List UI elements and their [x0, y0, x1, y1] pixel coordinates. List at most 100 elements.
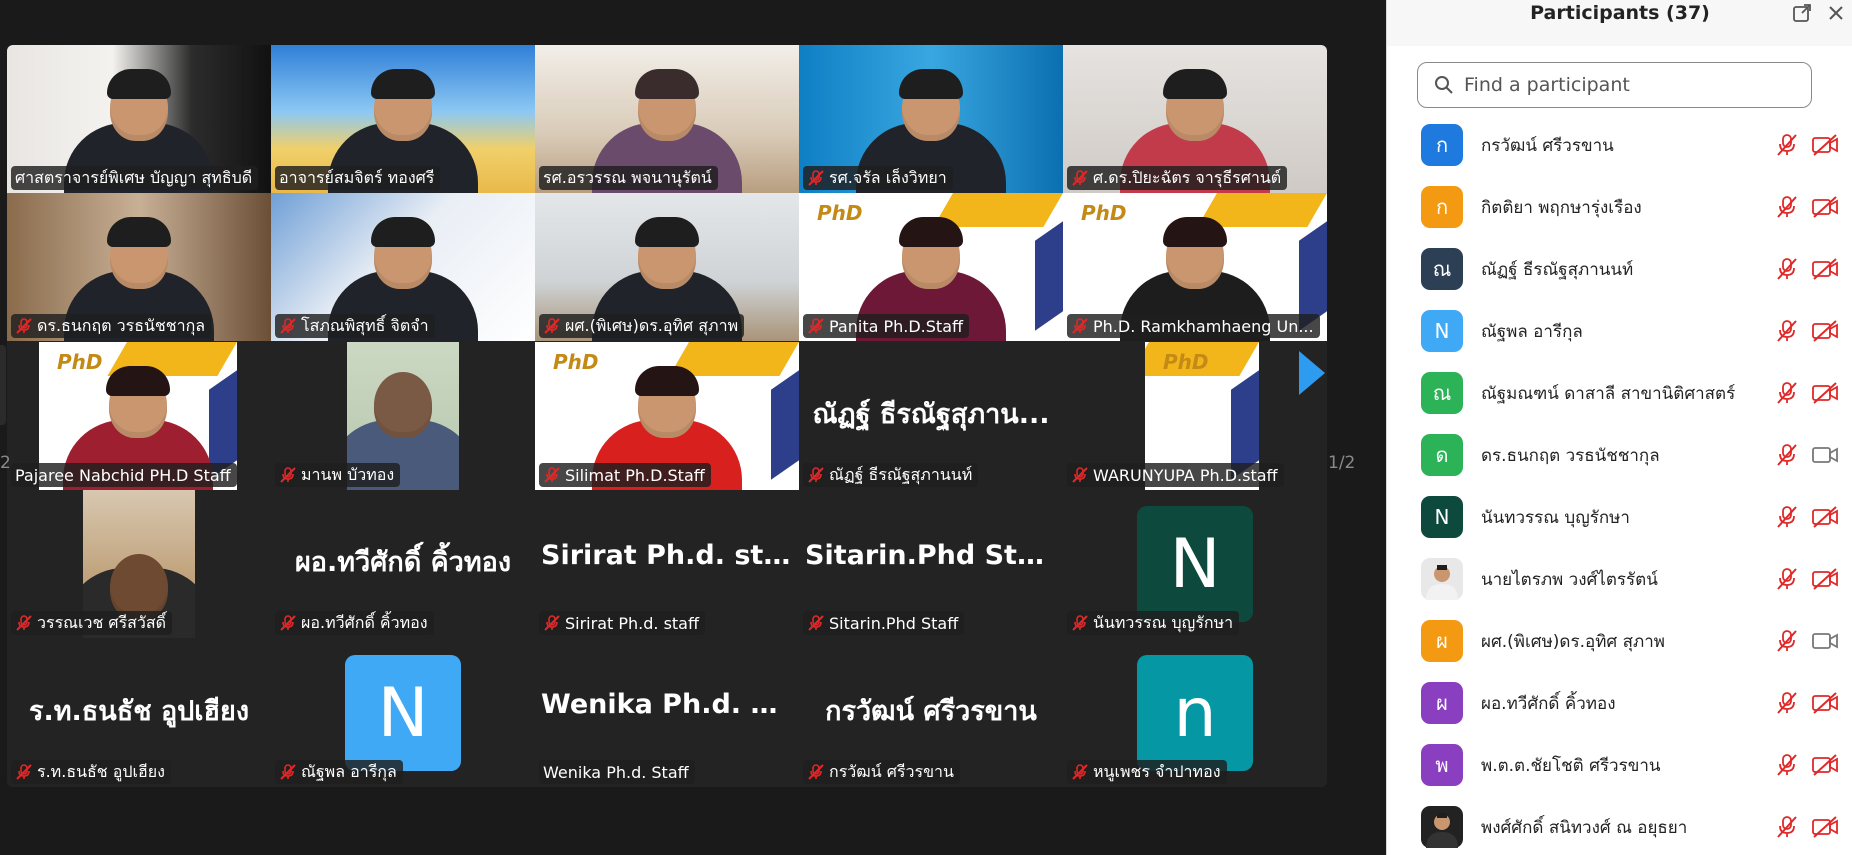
participant-tile[interactable]: ดร.ธนกฤต วรธนัชชากุล — [7, 193, 271, 341]
participant-tile[interactable]: ศ.ดร.ปิยะฉัตร จารุธีรศานต์ — [1063, 45, 1327, 193]
participant-name: อาจารย์สมจิตร์ ทองศรี — [279, 167, 435, 187]
participant-tile[interactable]: PhD Ph.D. Ramkhamhaeng Un... — [1063, 193, 1327, 341]
participant-tile[interactable]: รศ.จรัล เล็งวิทยา — [799, 45, 1063, 193]
participant-name: กรวัฒน์ ศรีวรขาน — [1481, 135, 1614, 156]
video-off-icon[interactable] — [1811, 381, 1839, 405]
video-camera-icon[interactable] — [1811, 629, 1839, 653]
participant-tile[interactable]: ผศ.(พิเศษ)ดร.อุทิศ สุภาพ — [535, 193, 799, 341]
person-figure — [371, 69, 435, 99]
participant-tile[interactable]: กรวัฒน์ ศรีวรขาน กรวัฒน์ ศรีวรขาน — [799, 639, 1063, 787]
participant-name-label: Sitarin.Phd Staff — [803, 611, 965, 635]
participant-name: Wenika Ph.d. Staff — [543, 762, 689, 782]
participant-row[interactable]: ก กรวัฒน์ ศรีวรขาน — [1387, 114, 1852, 176]
participant-name: มานพ บัวทอง — [301, 464, 395, 484]
participant-name: ณัฏฐ์ ธีรณัฐสุภานนท์ — [1481, 259, 1634, 280]
video-off-icon[interactable] — [1811, 505, 1839, 529]
video-off-icon[interactable] — [1811, 567, 1839, 591]
phd-logo: PhD — [1163, 350, 1209, 374]
participant-row[interactable]: N นันทวรรณ บุญรักษา — [1387, 486, 1852, 548]
participant-name: Pajaree Nabchid PH.D Staff — [15, 465, 231, 485]
video-off-icon[interactable] — [1811, 753, 1839, 777]
video-off-icon[interactable] — [1811, 319, 1839, 343]
muted-mic-icon[interactable] — [1775, 381, 1799, 405]
muted-mic-icon — [1072, 615, 1088, 631]
popout-icon[interactable] — [1791, 2, 1813, 24]
muted-mic-icon[interactable] — [1775, 443, 1799, 467]
participant-name-label: Panita Ph.D.Staff — [803, 314, 970, 338]
muted-mic-icon[interactable] — [1775, 753, 1799, 777]
previous-page-edge[interactable] — [0, 345, 6, 425]
participant-name-label: ณัฏฐ์ ธีรณัฐสุภานนท์ — [803, 463, 979, 487]
participant-tile[interactable]: N นันทวรรณ บุญรักษา — [1063, 490, 1327, 638]
phd-logo: PhD — [817, 201, 863, 225]
participant-tile[interactable]: PhD Silimat Ph.D.Staff — [535, 342, 799, 490]
video-off-icon[interactable] — [1811, 691, 1839, 715]
participant-row[interactable]: ณ ณัฐมณฑน์ ดาสาลี สาขานิติศาสตร์ — [1387, 362, 1852, 424]
participant-tile[interactable]: อาจารย์สมจิตร์ ทองศรี — [271, 45, 535, 193]
person-figure — [899, 217, 963, 247]
next-page-button[interactable] — [1296, 345, 1330, 401]
participant-name: Sitarin.Phd Staff — [829, 613, 959, 633]
phd-logo: PhD — [1081, 201, 1127, 225]
participant-row[interactable]: นายไตรภพ วงศ์ไตรรัตน์ — [1387, 548, 1852, 610]
close-icon[interactable] — [1825, 2, 1847, 24]
participant-row[interactable]: N ณัฐพล อารีกุล — [1387, 300, 1852, 362]
participant-row[interactable]: ก กิตติยา พฤกษารุ่งเรือง — [1387, 176, 1852, 238]
muted-mic-icon[interactable] — [1775, 567, 1799, 591]
video-off-icon[interactable] — [1811, 815, 1839, 839]
participant-name: พ.ต.ต.ชัยโชติ ศรีวรขาน — [1481, 755, 1661, 776]
video-off-icon[interactable] — [1811, 257, 1839, 281]
muted-mic-icon[interactable] — [1775, 319, 1799, 343]
person-figure — [374, 372, 432, 438]
participant-tile[interactable]: Wenika Ph.d. St... Wenika Ph.d. Staff — [535, 639, 799, 787]
participant-tile[interactable]: PhD WARUNYUPA Ph.D.staff — [1063, 342, 1327, 490]
participant-name: ร.ท.ธนธัช อูปเฮียง — [37, 761, 165, 781]
participant-tile[interactable]: โสภณพิสุทธิ์ จิตจำ — [271, 193, 535, 341]
participant-tile[interactable]: Sirirat Ph.d. staff Sirirat Ph.d. staff — [535, 490, 799, 638]
participant-name: ดร.ธนกฤต วรธนัชชากุล — [37, 315, 206, 335]
participant-tile[interactable]: วรรณเวช ศรีสวัสดิ์ — [7, 490, 271, 638]
participant-tile[interactable]: ร.ท.ธนธัช อูปเฮียง ร.ท.ธนธัช อูปเฮียง — [7, 639, 271, 787]
muted-mic-icon[interactable] — [1775, 815, 1799, 839]
participant-name-label: WARUNYUPA Ph.D.staff — [1067, 463, 1284, 487]
video-off-icon[interactable] — [1811, 195, 1839, 219]
person-figure — [107, 217, 171, 247]
person-figure — [106, 366, 170, 396]
muted-mic-icon — [1072, 318, 1088, 334]
participants-panel: Participants (37) กกรวัฒน์ ศรีวรขาน กกิต… — [1386, 0, 1852, 855]
participant-tile[interactable]: n หนูเพชร จำปาทอง — [1063, 639, 1327, 787]
participant-name-label: นันทวรรณ บุญรักษา — [1067, 611, 1240, 635]
participant-avatar: N — [1421, 496, 1463, 538]
participant-row[interactable]: ผ ผอ.ทวีศักดิ์ คิ้วทอง — [1387, 672, 1852, 734]
muted-mic-icon — [280, 615, 296, 631]
participant-tile[interactable]: PhD Panita Ph.D.Staff — [799, 193, 1063, 341]
search-input[interactable] — [1462, 73, 1796, 97]
video-off-icon[interactable] — [1811, 133, 1839, 157]
participant-tile[interactable]: PhD Pajaree Nabchid PH.D Staff — [7, 342, 271, 490]
muted-mic-icon[interactable] — [1775, 257, 1799, 281]
participant-row[interactable]: ด ดร.ธนกฤต วรธนัชชากุล — [1387, 424, 1852, 486]
participant-avatar: พ — [1421, 744, 1463, 786]
participant-tile[interactable]: N ณัฐพล อารีกุล — [271, 639, 535, 787]
participant-tile[interactable]: ศาสตราจารย์พิเศษ บัญญา สุทธิบดี — [7, 45, 271, 193]
participant-tile[interactable]: มานพ บัวทอง — [271, 342, 535, 490]
panel-title: Participants (37) — [1530, 2, 1710, 24]
participant-row[interactable]: พงศ์ศักดิ์ สนิทวงศ์ ณ อยุธยา — [1387, 796, 1852, 855]
participant-name: ผศ.(พิเศษ)ดร.อุทิศ สุภาพ — [1481, 631, 1665, 652]
participant-row[interactable]: พ พ.ต.ต.ชัยโชติ ศรีวรขาน — [1387, 734, 1852, 796]
muted-mic-icon[interactable] — [1775, 629, 1799, 653]
participant-tile[interactable]: ผอ.ทวีศักดิ์ คิ้วทอง ผอ.ทวีศักดิ์ คิ้วทอ… — [271, 490, 535, 638]
search-participant-field[interactable] — [1417, 62, 1812, 108]
participant-tile[interactable]: ณัฏฐ์ ธีรณัฐสุภาน... ณัฏฐ์ ธีรณัฐสุภานนท… — [799, 342, 1063, 490]
muted-mic-icon[interactable] — [1775, 133, 1799, 157]
participant-tile[interactable]: รศ.อรวรรณ พจนานุรัตน์ — [535, 45, 799, 193]
participant-row[interactable]: ณ ณัฏฐ์ ธีรณัฐสุภานนท์ — [1387, 238, 1852, 300]
muted-mic-icon[interactable] — [1775, 691, 1799, 715]
muted-mic-icon[interactable] — [1775, 505, 1799, 529]
participant-row[interactable]: ผ ผศ.(พิเศษ)ดร.อุทิศ สุภาพ — [1387, 610, 1852, 672]
muted-mic-icon[interactable] — [1775, 195, 1799, 219]
participant-tile[interactable]: Sitarin.Phd Staff Sitarin.Phd Staff — [799, 490, 1063, 638]
video-camera-icon[interactable] — [1811, 443, 1839, 467]
participant-display-name: ผอ.ทวีศักดิ์ คิ้วทอง — [294, 547, 512, 579]
participant-name: รศ.จรัล เล็งวิทยา — [829, 167, 947, 187]
